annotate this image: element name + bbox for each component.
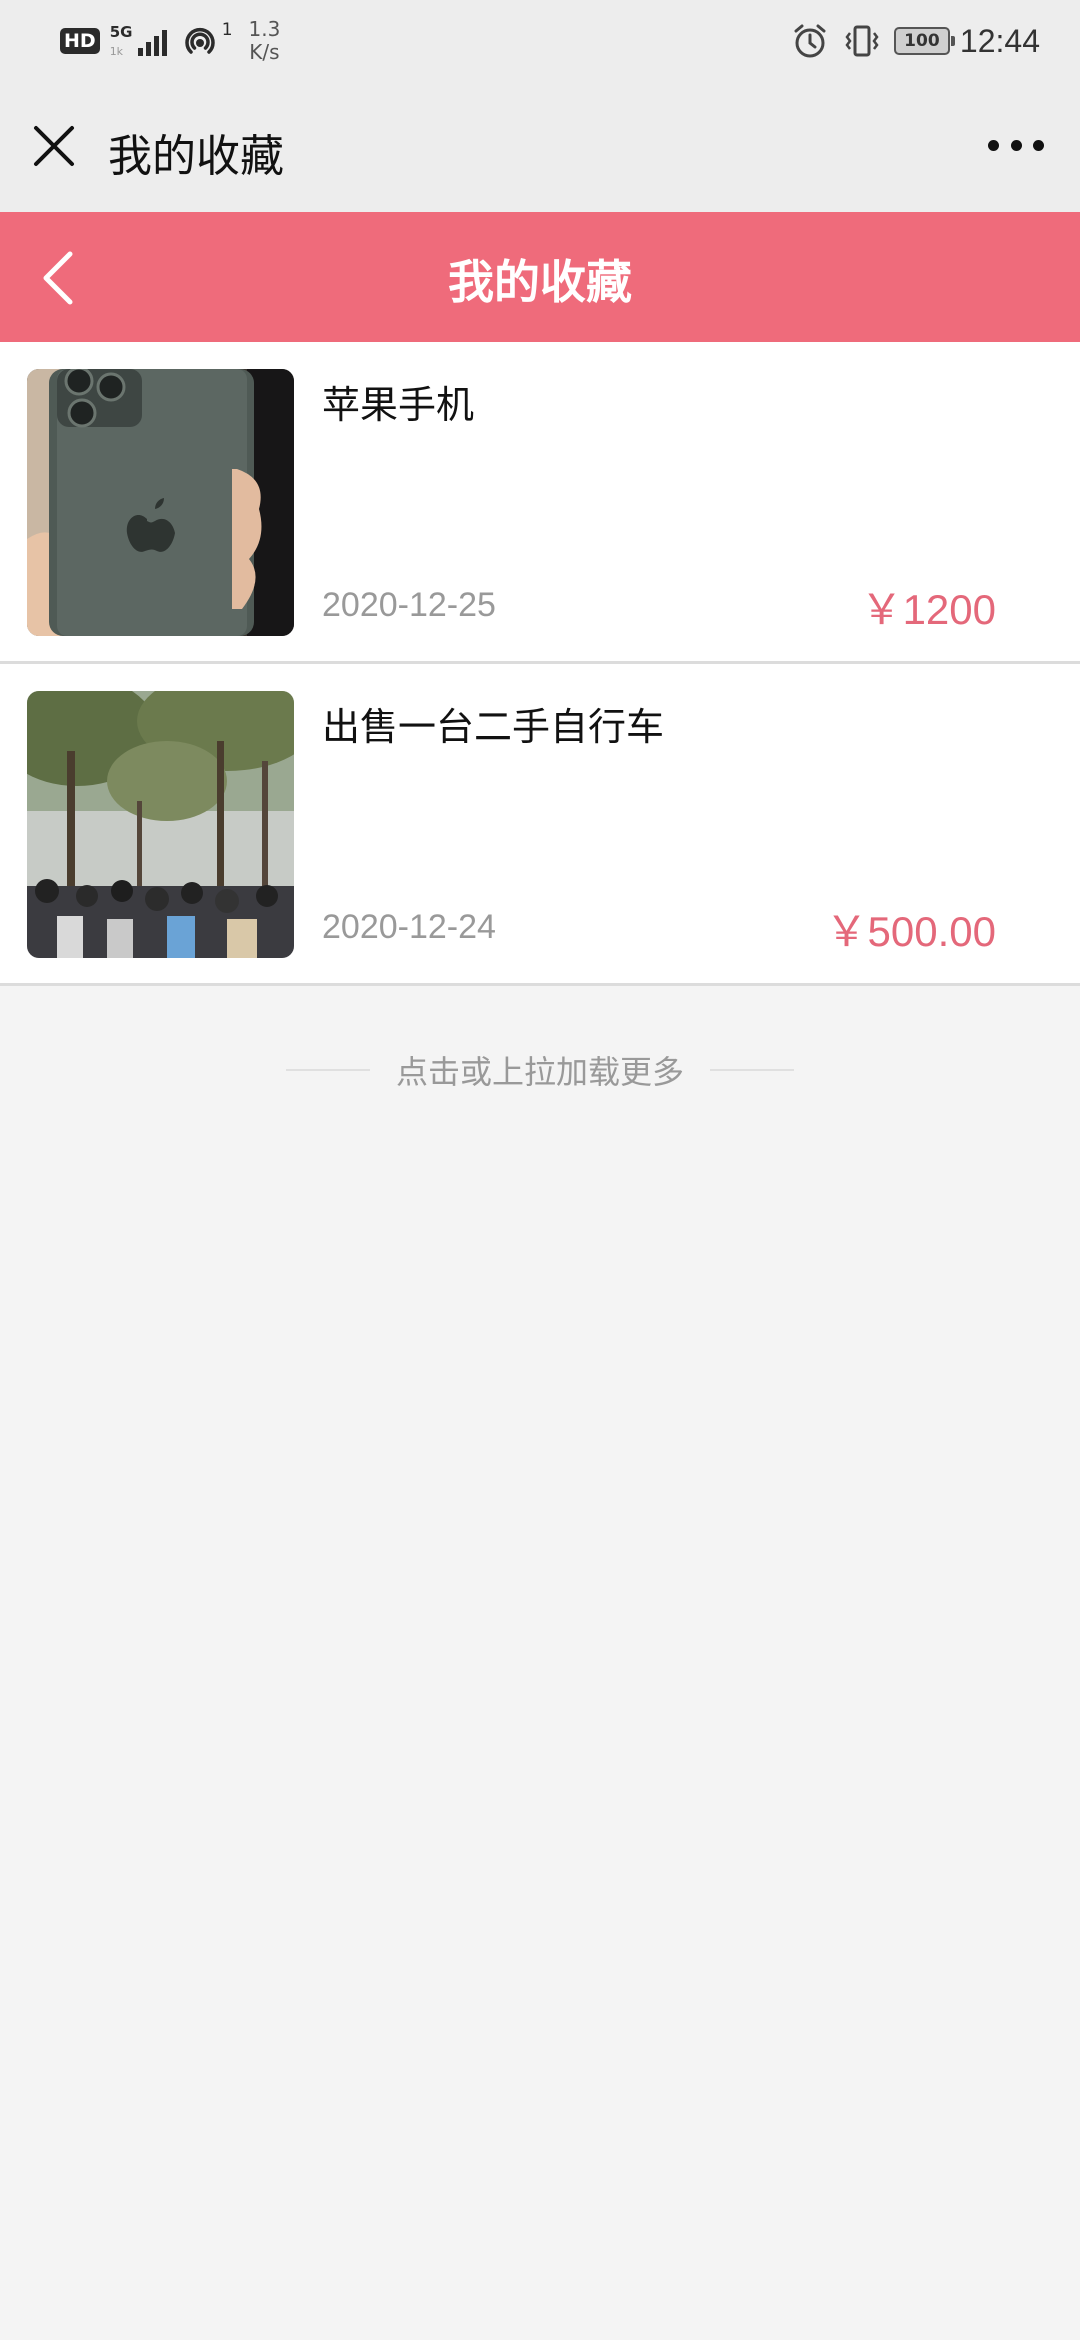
item-image [27,691,294,958]
signal-icon [137,26,170,56]
hotspot-count: 1 [221,20,233,40]
wechat-title-bar: 我的收藏 [0,82,1080,212]
hotspot-icon [185,27,215,54]
wechat-title: 我的收藏 [108,131,284,182]
item-date: 2020-12-25 [322,586,496,624]
phone-photo [27,369,294,636]
page-header: 我的收藏 [0,212,1080,342]
list-item[interactable]: 苹果手机 2020-12-25 ￥1200 [0,342,1080,664]
vibrate-icon [845,25,879,57]
hd-badge: HD [60,28,100,54]
battery-icon: 100 [893,27,955,55]
item-title: 出售一台二手自行车 [322,705,665,749]
list-item[interactable]: 出售一台二手自行车 2020-12-24 ￥500.00 [0,664,1080,986]
network-label: 5G [109,23,133,41]
load-more[interactable]: 点击或上拉加载更多 [0,1040,1080,1100]
divider-line [285,1069,370,1071]
status-left: HD 5G 1k 1 1.3 K/s [60,16,280,66]
status-right: 100 12:44 [790,16,1040,66]
more-dots-icon[interactable] [988,140,1044,154]
item-date: 2020-12-24 [322,908,496,946]
alarm-icon [794,24,826,58]
network-sub-label: 1k [109,45,124,58]
status-bar: HD 5G 1k 1 1.3 K/s 100 12:44 [0,0,1080,82]
item-image [27,369,294,636]
net-speed-unit: K/s [249,40,280,64]
load-more-text: 点击或上拉加载更多 [395,1053,684,1091]
close-icon[interactable] [30,122,78,170]
net-speed: 1.3 K/s [249,18,281,64]
net-speed-value: 1.3 [248,17,281,41]
clock: 12:44 [959,22,1040,59]
crowd-photo [27,691,294,958]
item-price: ￥500.00 [825,908,996,955]
divider-line [710,1069,794,1071]
item-title: 苹果手机 [322,383,475,427]
network-type: 5G 1k [110,21,136,61]
item-price: ￥1200 [860,586,996,633]
favorites-list: 苹果手机 2020-12-25 ￥1200 出售一台二手自行车 2020-12-… [0,342,1080,986]
page-title: 我的收藏 [448,255,632,309]
